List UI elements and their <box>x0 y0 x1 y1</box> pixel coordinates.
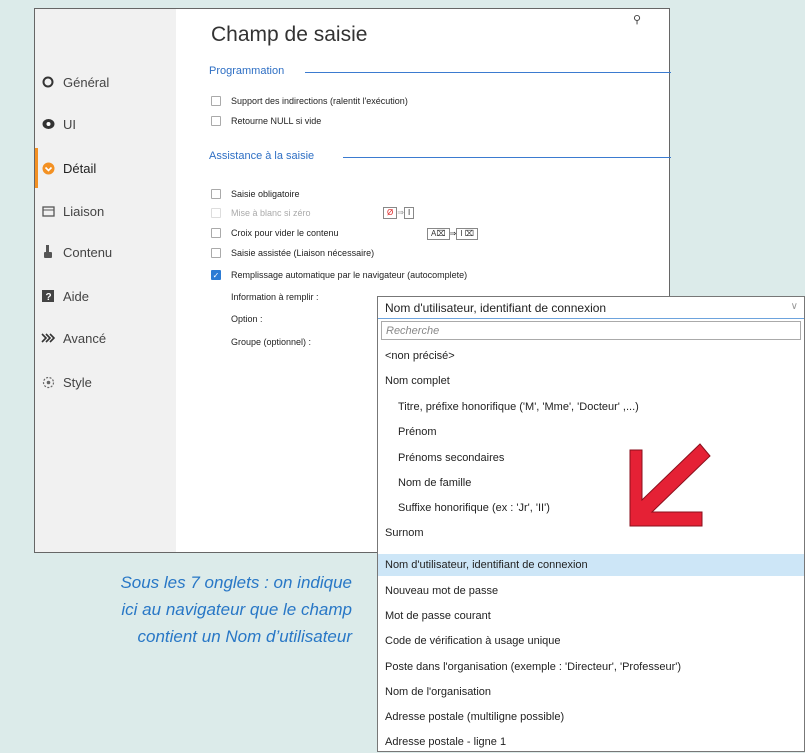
list-item[interactable]: Nom de l'organisation <box>378 681 804 703</box>
caption-line-1: Sous les 7 onglets : on indique <box>120 573 352 592</box>
list-item[interactable]: Mot de passe courant <box>378 605 804 627</box>
dropdown-search-input[interactable]: Recherche <box>381 321 801 340</box>
sidebar-item-label: Liaison <box>63 203 105 219</box>
double-chevron-icon <box>41 331 55 345</box>
checkbox-checked[interactable]: ✓ <box>211 270 221 280</box>
option-saisie-obligatoire[interactable]: Saisie obligatoire <box>211 189 300 199</box>
sidebar-item-style[interactable]: Style <box>35 368 176 396</box>
list-item[interactable]: Suffixe honorifique (ex : 'Jr', 'II') <box>378 497 804 519</box>
annotation-arrow-icon <box>629 443 711 527</box>
option-mise-a-blanc[interactable]: Mise à blanc si zéro <box>211 208 311 218</box>
sidebar: Général UI Détail Liaison Contenu ? Aide… <box>35 9 176 552</box>
option-return-null[interactable]: Retourne NULL si vide <box>211 116 321 126</box>
checkbox[interactable] <box>211 189 221 199</box>
list-item[interactable]: Adresse postale - ligne 1 <box>378 731 804 753</box>
list-item[interactable]: Prénoms secondaires <box>378 447 804 469</box>
option-saisie-assistee[interactable]: Saisie assistée (Liaison nécessaire) <box>211 248 374 258</box>
autocomplete-dropdown[interactable]: Nom d'utilisateur, identifiant de connex… <box>377 296 805 752</box>
field-label-option: Option : <box>231 314 263 324</box>
svg-text:?: ? <box>46 292 52 302</box>
field-label-information: Information à remplir : <box>231 292 319 302</box>
thumb-icon <box>41 245 55 259</box>
sidebar-item-label: UI <box>63 116 76 132</box>
sidebar-item-detail[interactable]: Détail <box>35 148 176 188</box>
chevron-down-icon[interactable]: ∨ <box>791 301 798 312</box>
chevron-circle-icon <box>41 161 55 175</box>
list-item[interactable]: Poste dans l'organisation (exemple : 'Di… <box>378 656 804 678</box>
section-title-programmation: Programmation <box>209 65 285 77</box>
caption-line-3: contient un Nom d’utilisateur <box>137 627 352 646</box>
eye-icon <box>41 117 55 131</box>
checkbox[interactable] <box>211 248 221 258</box>
section-divider <box>305 72 671 73</box>
checkbox[interactable] <box>211 228 221 238</box>
checkbox[interactable] <box>211 96 221 106</box>
list-item[interactable]: Nom complet <box>378 370 804 392</box>
option-autocomplete[interactable]: ✓ Remplissage automatique par le navigat… <box>211 270 467 280</box>
active-indicator <box>35 148 38 188</box>
page-title: Champ de saisie <box>211 23 368 46</box>
list-item-selected[interactable]: Nom d'utilisateur, identifiant de connex… <box>378 554 804 576</box>
link-icon <box>41 204 55 218</box>
list-item[interactable]: Prénom <box>378 421 804 443</box>
list-item[interactable]: Nom de famille <box>378 472 804 494</box>
sidebar-item-avance[interactable]: Avancé <box>35 324 176 352</box>
option-croix-vider[interactable]: Croix pour vider le contenu <box>211 228 339 238</box>
sidebar-item-label: Détail <box>63 160 97 176</box>
sidebar-item-general[interactable]: Général <box>35 68 176 96</box>
list-item[interactable]: Code de vérification à usage unique <box>378 630 804 652</box>
list-item[interactable]: Titre, préfixe honorifique ('M', 'Mme', … <box>378 396 804 418</box>
list-item[interactable]: Adresse postale (multiligne possible) <box>378 706 804 728</box>
list-item[interactable]: Surnom <box>378 522 804 544</box>
checkbox[interactable] <box>211 116 221 126</box>
clear-preview: A⌧ ⇒ I ⌧ <box>427 228 478 240</box>
list-item[interactable]: <non précisé> <box>378 345 804 367</box>
sidebar-item-ui[interactable]: UI <box>35 110 176 138</box>
sidebar-item-label: Style <box>63 374 92 390</box>
checkbox[interactable] <box>211 208 221 218</box>
sidebar-item-liaison[interactable]: Liaison <box>35 197 176 225</box>
search-icon[interactable]: ⚲ <box>633 13 641 26</box>
sidebar-item-aide[interactable]: ? Aide <box>35 282 176 310</box>
field-label-groupe: Groupe (optionnel) : <box>231 337 312 347</box>
sidebar-item-label: Avancé <box>63 330 107 346</box>
list-item[interactable]: Nouveau mot de passe <box>378 580 804 602</box>
dropdown-selected-value[interactable]: Nom d'utilisateur, identifiant de connex… <box>378 297 804 319</box>
style-icon <box>41 375 55 389</box>
caption-line-2: ici au navigateur que le champ <box>121 600 352 619</box>
circle-icon <box>41 75 55 89</box>
help-icon: ? <box>41 289 55 303</box>
sidebar-item-label: Contenu <box>63 244 113 260</box>
option-indirections[interactable]: Support des indirections (ralentit l'exé… <box>211 96 408 106</box>
sidebar-item-contenu[interactable]: Contenu <box>35 238 176 266</box>
sidebar-item-label: Général <box>63 74 110 90</box>
section-title-assistance: Assistance à la saisie <box>209 150 315 162</box>
sidebar-item-label: Aide <box>63 288 90 304</box>
zero-preview: Ø ⇒ I <box>383 207 415 219</box>
section-divider <box>343 157 671 158</box>
